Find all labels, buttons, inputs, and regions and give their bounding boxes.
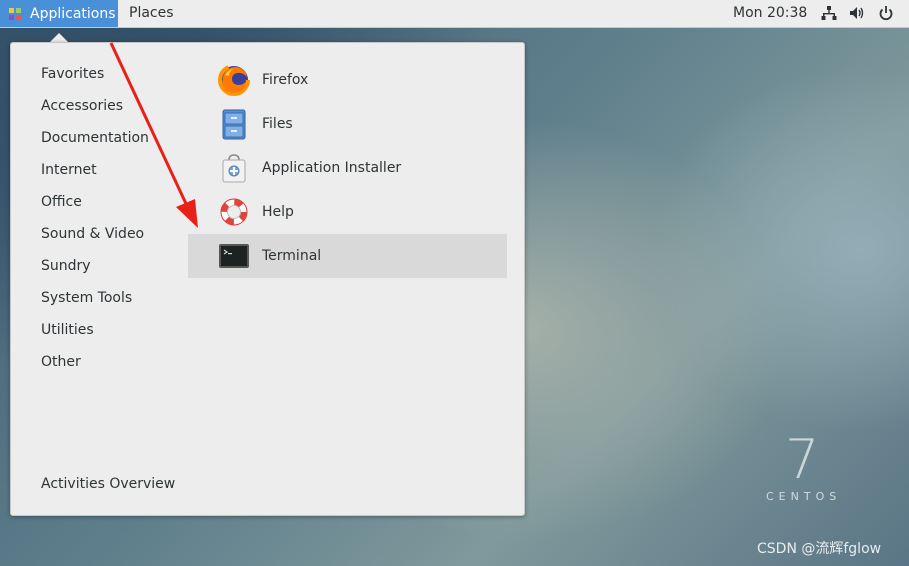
centos-logo-number: 7 bbox=[785, 428, 820, 491]
centos-logo-text: CENTOS bbox=[766, 490, 842, 503]
annotation-arrow bbox=[109, 42, 198, 228]
watermark: CSDN @流辉fglow bbox=[757, 541, 882, 557]
